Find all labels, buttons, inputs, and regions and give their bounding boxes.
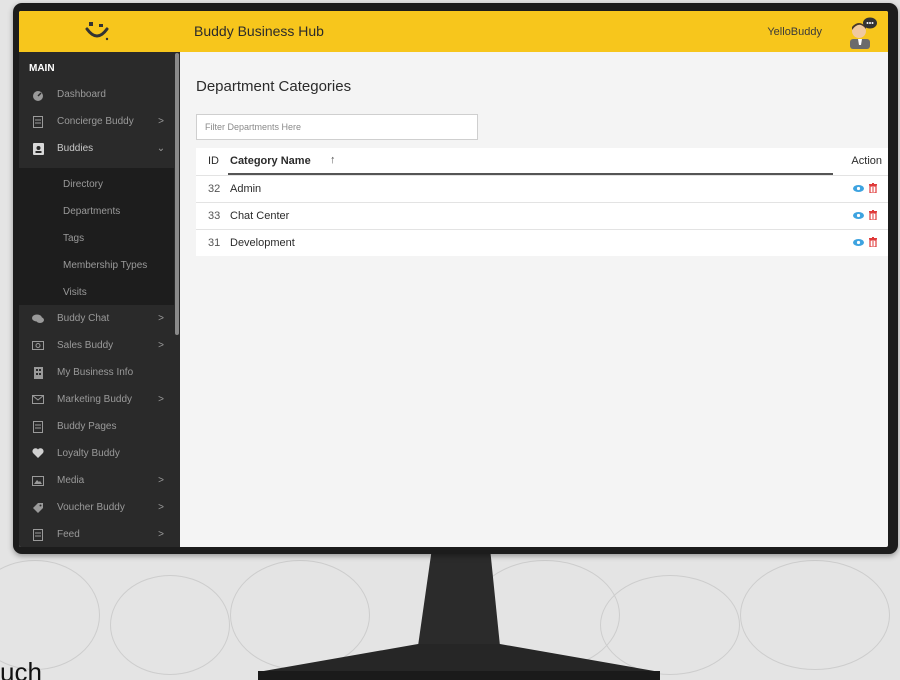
- delete-trash-icon[interactable]: [867, 236, 878, 248]
- sidebar-item-label: Dashboard: [57, 89, 106, 100]
- sort-ascending-icon[interactable]: ↑: [330, 154, 336, 166]
- user-name[interactable]: YelloBuddy: [767, 26, 822, 38]
- user-avatar-icon[interactable]: [844, 15, 878, 49]
- view-eye-icon[interactable]: [853, 182, 864, 194]
- row-actions: [853, 209, 878, 221]
- delete-trash-icon[interactable]: [867, 182, 878, 194]
- app-title: Buddy Business Hub: [194, 23, 324, 39]
- table-header: ID Category Name ↑ Action: [196, 148, 888, 175]
- chevron-right-icon: >: [158, 116, 164, 127]
- sidebar-item-buddies[interactable]: Buddies ⌄: [19, 135, 174, 162]
- sidebar-item-label: Buddies: [57, 143, 94, 154]
- app-screen: Buddy Business Hub YelloBuddy MAIN Dashb…: [19, 11, 888, 547]
- buddies-submenu: Directory Departments Tags Membership Ty…: [19, 168, 174, 305]
- sidebar-item-sales-buddy[interactable]: Sales Buddy >: [19, 332, 174, 359]
- chevron-right-icon: >: [158, 340, 164, 351]
- sidebar: MAIN Dashboard Concierge Buddy > Buddies…: [19, 52, 180, 547]
- document-icon: [31, 528, 45, 542]
- submenu-item-directory[interactable]: Directory: [63, 179, 103, 190]
- sidebar-item-label: Feed: [57, 529, 80, 540]
- submenu-item-tags[interactable]: Tags: [63, 233, 84, 244]
- contact-book-icon: [31, 142, 45, 156]
- filter-departments-input[interactable]: [196, 114, 478, 140]
- chevron-down-icon: ⌄: [156, 143, 166, 154]
- sidebar-item-my-business-info[interactable]: My Business Info: [19, 359, 174, 386]
- heart-icon: [31, 447, 45, 461]
- sidebar-item-label: Voucher Buddy: [57, 502, 125, 513]
- sidebar-item-voucher-buddy[interactable]: Voucher Buddy >: [19, 494, 174, 521]
- table-row[interactable]: 33 Chat Center: [196, 202, 888, 229]
- row-category-name: Chat Center: [230, 210, 290, 222]
- column-header-id[interactable]: ID: [208, 155, 219, 167]
- image-icon: [31, 474, 45, 488]
- document-icon: [31, 115, 45, 129]
- sidebar-item-label: Media: [57, 475, 85, 486]
- sidebar-item-dashboard[interactable]: Dashboard: [19, 81, 174, 108]
- sidebar-item-label: My Business Info: [57, 367, 134, 378]
- row-id: 33: [208, 210, 221, 222]
- sidebar-item-feed[interactable]: Feed >: [19, 521, 174, 547]
- sidebar-section-label: MAIN: [29, 63, 55, 74]
- sidebar-item-label: Buddy Chat: [57, 313, 110, 324]
- page-title: Department Categories: [196, 78, 352, 95]
- tag-icon: [31, 501, 45, 515]
- chevron-right-icon: >: [158, 394, 164, 405]
- sidebar-item-concierge-buddy[interactable]: Concierge Buddy >: [19, 108, 174, 135]
- row-id: 31: [208, 237, 221, 249]
- submenu-item-visits[interactable]: Visits: [63, 287, 87, 298]
- table-row[interactable]: 32 Admin: [196, 175, 888, 202]
- building-icon: [31, 366, 45, 380]
- delete-trash-icon[interactable]: [867, 209, 878, 221]
- sidebar-item-buddy-chat[interactable]: Buddy Chat >: [19, 305, 174, 332]
- sidebar-item-label: Loyalty Buddy: [57, 448, 120, 459]
- row-actions: [853, 236, 878, 248]
- column-header-category-name[interactable]: Category Name: [230, 155, 311, 167]
- sidebar-item-label: Sales Buddy: [57, 340, 114, 351]
- view-eye-icon[interactable]: [853, 209, 864, 221]
- chevron-right-icon: >: [158, 313, 164, 324]
- sidebar-item-label: Concierge Buddy: [57, 116, 134, 127]
- submenu-item-membership-types[interactable]: Membership Types: [63, 260, 147, 271]
- envelope-icon: [31, 393, 45, 407]
- sidebar-item-loyalty-buddy[interactable]: Loyalty Buddy: [19, 440, 174, 467]
- row-actions: [853, 182, 878, 194]
- money-icon: [31, 339, 45, 353]
- smiley-logo-icon: [85, 21, 108, 40]
- top-bar: Buddy Business Hub YelloBuddy: [19, 11, 888, 52]
- row-id: 32: [208, 183, 221, 195]
- document-icon: [31, 420, 45, 434]
- chevron-right-icon: >: [158, 502, 164, 513]
- department-table: ID Category Name ↑ Action 32 Admin 33 Ch…: [196, 148, 888, 256]
- sidebar-scrollbar-thumb[interactable]: [175, 53, 179, 335]
- monitor-frame: Buddy Business Hub YelloBuddy MAIN Dashb…: [13, 3, 898, 554]
- sidebar-item-marketing-buddy[interactable]: Marketing Buddy >: [19, 386, 174, 413]
- sidebar-item-label: Buddy Pages: [57, 421, 117, 432]
- row-category-name: Development: [230, 237, 295, 249]
- app-logo[interactable]: [19, 11, 174, 52]
- monitor-stand: [258, 548, 660, 680]
- column-header-action: Action: [851, 155, 882, 167]
- table-row[interactable]: 31 Development: [196, 229, 888, 256]
- sidebar-item-media[interactable]: Media >: [19, 467, 174, 494]
- view-eye-icon[interactable]: [853, 236, 864, 248]
- dashboard-icon: [31, 88, 45, 102]
- row-category-name: Admin: [230, 183, 262, 195]
- sidebar-item-label: Marketing Buddy: [57, 394, 133, 405]
- submenu-item-departments[interactable]: Departments: [63, 206, 120, 217]
- chevron-right-icon: >: [158, 475, 164, 486]
- sidebar-item-buddy-pages[interactable]: Buddy Pages: [19, 413, 174, 440]
- chevron-right-icon: >: [158, 529, 164, 540]
- chat-icon: [31, 312, 45, 326]
